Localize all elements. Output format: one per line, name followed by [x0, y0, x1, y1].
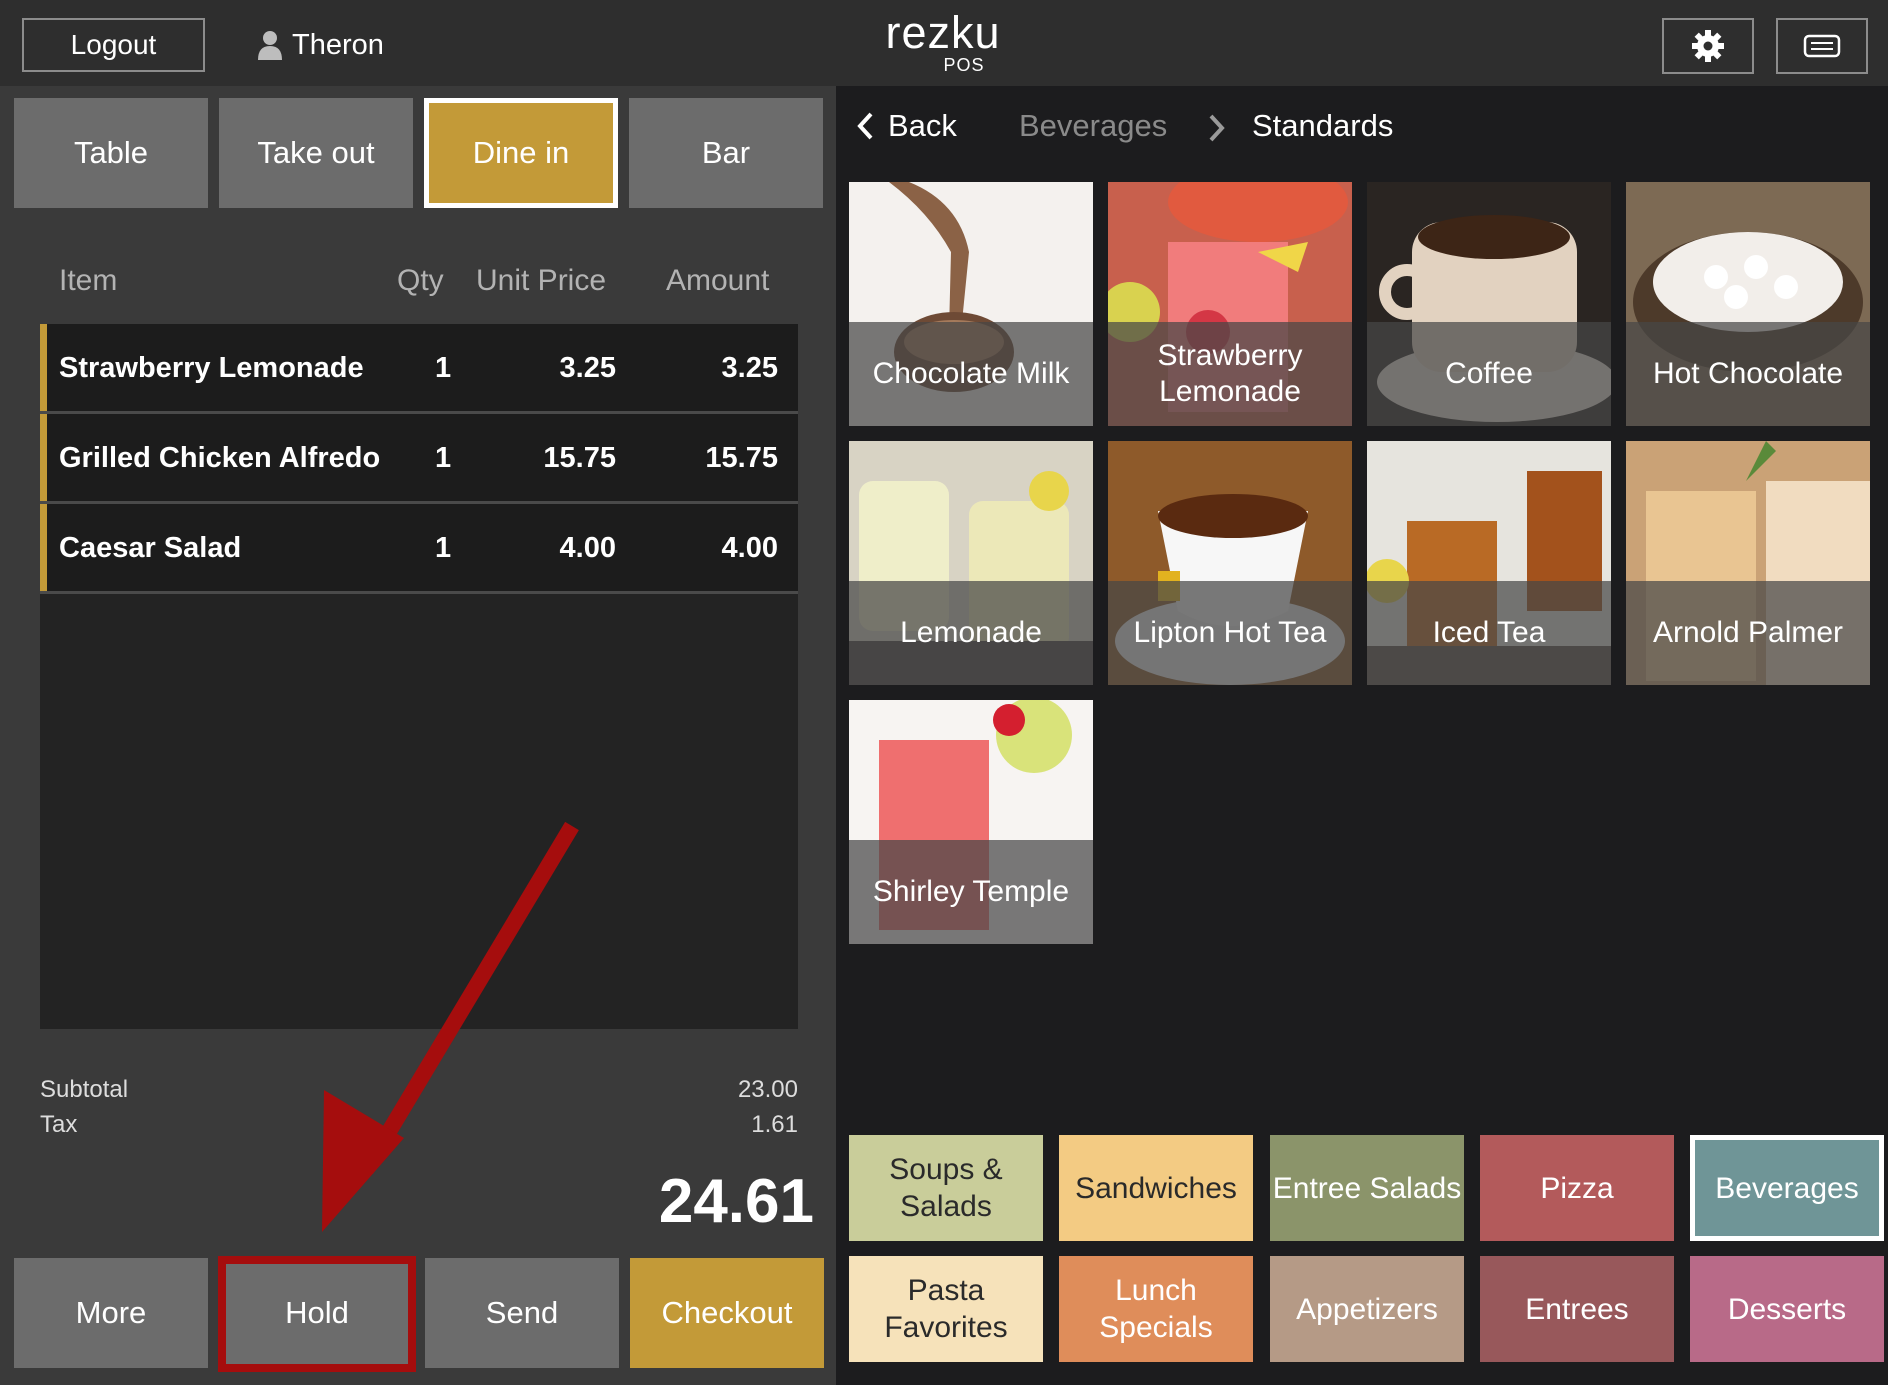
category-appetizers[interactable]: Appetizers	[1270, 1256, 1464, 1362]
top-bar: Logout Theron rezku POS	[0, 0, 1888, 86]
subtotal-label: Subtotal	[40, 1076, 129, 1103]
order-item-qty: 1	[435, 352, 452, 384]
order-item-name: Caesar Salad	[59, 532, 242, 564]
user-name: Theron	[292, 28, 384, 61]
order-type-dine-in[interactable]: Dine in	[424, 98, 618, 208]
cash-drawer-button[interactable]	[1776, 18, 1868, 74]
category-lunch-specials[interactable]: Lunch Specials	[1059, 1256, 1253, 1362]
cash-drawer-icon	[1803, 34, 1841, 58]
menu-item-lemonade[interactable]: Lemonade	[849, 441, 1093, 685]
category-desserts[interactable]: Desserts	[1690, 1256, 1884, 1362]
order-panel: Table Take out Dine in Bar Item Qty Unit…	[0, 86, 836, 1385]
column-qty: Qty	[397, 264, 444, 297]
column-amount: Amount	[666, 264, 770, 297]
tax-value: 1.61	[751, 1111, 798, 1138]
back-label: Back	[888, 108, 957, 143]
menu-item-label: Arnold Palmer	[1626, 581, 1870, 685]
order-row[interactable]: Strawberry Lemonade 1 3.25 3.25	[40, 324, 798, 411]
order-row[interactable]: Caesar Salad 1 4.00 4.00	[40, 504, 798, 591]
menu-item-hot-chocolate[interactable]: Hot Chocolate	[1626, 182, 1870, 426]
menu-item-chocolate-milk[interactable]: Chocolate Milk	[849, 182, 1093, 426]
checkout-button[interactable]: Checkout	[630, 1258, 824, 1368]
menu-item-label: Shirley Temple	[849, 840, 1093, 944]
category-sandwiches[interactable]: Sandwiches	[1059, 1135, 1253, 1241]
chevron-left-icon	[857, 112, 873, 140]
brand-sub-text: POS	[943, 55, 985, 75]
subtotal-value: 23.00	[737, 1076, 798, 1103]
chevron-right-icon	[1209, 114, 1225, 142]
hold-button[interactable]: Hold	[220, 1258, 414, 1368]
tax-label: Tax	[40, 1111, 78, 1138]
order-list: Strawberry Lemonade 1 3.25 3.25 Grilled …	[40, 324, 798, 1029]
category-soups-salads[interactable]: Soups & Salads	[849, 1135, 1043, 1241]
order-row[interactable]: Grilled Chicken Alfredo 1 15.75 15.75	[40, 414, 798, 501]
order-item-unit-price: 3.25	[559, 352, 616, 384]
menu-item-label: Chocolate Milk	[849, 322, 1093, 426]
order-type-bar[interactable]: Bar	[629, 98, 823, 208]
brand-logo-text: rezku	[885, 7, 1001, 58]
order-item-qty: 1	[435, 442, 452, 474]
category-beverages[interactable]: Beverages	[1690, 1135, 1884, 1241]
category-entree-salads[interactable]: Entree Salads	[1270, 1135, 1464, 1241]
order-item-amount: 3.25	[721, 352, 778, 384]
logout-button[interactable]: Logout	[22, 18, 205, 72]
order-item-name: Grilled Chicken Alfredo	[59, 442, 381, 474]
menu-item-coffee[interactable]: Coffee	[1367, 182, 1611, 426]
order-type-take-out[interactable]: Take out	[219, 98, 413, 208]
menu-item-label: Iced Tea	[1367, 581, 1611, 685]
menu-item-shirley-temple[interactable]: Shirley Temple	[849, 700, 1093, 944]
order-item-name: Strawberry Lemonade	[59, 352, 364, 384]
more-button[interactable]: More	[14, 1258, 208, 1368]
grand-total: 24.61	[658, 1167, 814, 1236]
breadcrumb-standards: Standards	[1252, 108, 1394, 143]
order-item-amount: 15.75	[705, 442, 778, 474]
brand-logo: rezku POS	[885, 7, 1001, 75]
order-table-header: Item Qty Unit Price Amount	[0, 264, 836, 314]
order-item-unit-price: 4.00	[559, 532, 616, 564]
menu-item-label: Lemonade	[849, 581, 1093, 685]
menu-item-strawberry-lemonade[interactable]: Strawberry Lemonade	[1108, 182, 1352, 426]
column-unit-price: Unit Price	[476, 264, 607, 297]
order-type-table[interactable]: Table	[14, 98, 208, 208]
order-item-amount: 4.00	[721, 532, 778, 564]
order-item-unit-price: 15.75	[543, 442, 616, 474]
settings-button[interactable]	[1662, 18, 1754, 74]
row-divider	[40, 591, 798, 594]
breadcrumb-beverages[interactable]: Beverages	[1019, 108, 1167, 144]
back-button[interactable]: Back	[856, 108, 957, 144]
send-button[interactable]: Send	[425, 1258, 619, 1368]
menu-item-label: Strawberry Lemonade	[1108, 322, 1352, 426]
user-icon	[258, 31, 282, 60]
menu-item-label: Lipton Hot Tea	[1108, 581, 1352, 685]
category-pasta-favorites[interactable]: Pasta Favorites	[849, 1256, 1043, 1362]
order-item-qty: 1	[435, 532, 452, 564]
menu-item-label: Hot Chocolate	[1626, 322, 1870, 426]
menu-item-iced-tea[interactable]: Iced Tea	[1367, 441, 1611, 685]
current-user: Theron	[258, 22, 384, 68]
category-entrees[interactable]: Entrees	[1480, 1256, 1674, 1362]
gear-icon	[1692, 30, 1724, 62]
category-pizza[interactable]: Pizza	[1480, 1135, 1674, 1241]
menu-item-label: Coffee	[1367, 322, 1611, 426]
column-item: Item	[59, 264, 118, 297]
menu-item-lipton-hot-tea[interactable]: Lipton Hot Tea	[1108, 441, 1352, 685]
menu-item-arnold-palmer[interactable]: Arnold Palmer	[1626, 441, 1870, 685]
menu-panel: Back Beverages Standards Chocolate Milk …	[836, 86, 1888, 1385]
